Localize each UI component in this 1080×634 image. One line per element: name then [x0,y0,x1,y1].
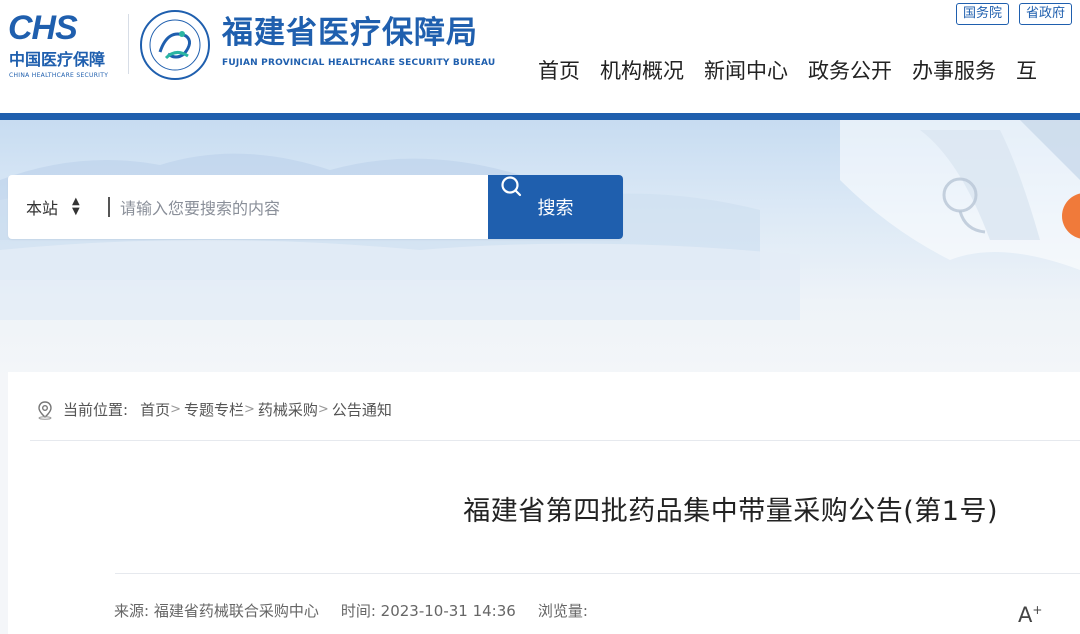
top-links: 国务院 省政府 [955,3,1072,25]
nav-item-services[interactable]: 办事服务 [902,53,1006,89]
search-icon [501,176,522,197]
state-council-link[interactable]: 国务院 [955,3,1009,25]
title-divider [115,573,1080,574]
breadcrumb-separator: > [317,402,329,417]
breadcrumb-procurement[interactable]: 药械采购 [258,399,318,420]
article-meta: 来源: 福建省药械联合采购中心 时间: 2023-10-31 14:36 浏览量… [114,600,610,621]
nav-item-home[interactable]: 首页 [528,53,590,89]
nav-item-government-affairs[interactable]: 政务公开 [798,53,902,89]
search-input[interactable] [118,187,482,229]
chs-logo-cn: 中国医疗保障 [9,50,106,69]
search-box: 本站 ▲▼ 搜索 [8,175,623,239]
breadcrumb-home[interactable]: 首页 [140,399,170,420]
breadcrumb-special-topics[interactable]: 专题专栏 [184,399,244,420]
search-scope-select[interactable]: 本站 ▲ ▼ [26,175,80,239]
breadcrumb-separator: > [170,402,181,417]
article-time: 时间: 2023-10-31 14:36 [340,602,516,620]
main-nav: 首页 机构概况 新闻中心 政务公开 办事服务 互 [528,53,1047,89]
search-scope-label: 本站 [26,199,59,218]
site-header: CHS 中国医疗保障 CHINA HEALTHCARE SECURITY 福建省… [0,0,1080,113]
search-scope-divider [108,197,110,217]
banner-background [0,120,1080,320]
provincial-gov-link[interactable]: 省政府 [1018,3,1072,25]
chs-logo[interactable]: CHS 中国医疗保障 CHINA HEALTHCARE SECURITY [8,8,118,79]
bureau-name-cn[interactable]: 福建省医疗保障局 [222,13,478,53]
logo-divider [128,14,129,74]
article-source: 来源: 福建省药械联合采购中心 [114,602,319,620]
font-increase-icon: A [1018,603,1033,627]
sort-arrows-icon: ▲ ▼ [72,196,80,217]
breadcrumb-label: 当前位置: [63,401,129,419]
search-button[interactable]: 搜索 [488,175,623,239]
breadcrumb-announcements[interactable]: 公告通知 [332,399,392,420]
breadcrumb: 当前位置: 首页 > 专题专栏 > 药械采购 > 公告通知 [35,399,392,420]
banner: 本站 ▲▼ 搜索 [0,120,1080,380]
breadcrumb-divider [30,440,1080,441]
header-accent-bar [0,113,1080,120]
font-increase-button[interactable]: A+ [1018,598,1042,627]
article-title: 福建省第四批药品集中带量采购公告(第1号) [463,496,998,527]
search-button-label: 搜索 [537,198,574,219]
breadcrumb-separator: > [244,402,255,417]
bureau-emblem-icon [140,10,210,80]
nav-item-organization[interactable]: 机构概况 [590,53,694,89]
chs-logo-en: CHINA HEALTHCARE SECURITY [9,72,109,79]
nav-item-news[interactable]: 新闻中心 [694,53,798,89]
nav-item-interaction[interactable]: 互 [1006,53,1047,89]
chs-logo-mark: CHS [8,9,78,47]
article-views: 浏览量: [537,602,588,620]
location-pin-icon [38,400,52,420]
article-card: 当前位置: 首页 > 专题专栏 > 药械采购 > 公告通知 福建省第四批药品集中… [8,372,1080,634]
bureau-name-en: FUJIAN PROVINCIAL HEALTHCARE SECURITY BU… [222,58,496,68]
